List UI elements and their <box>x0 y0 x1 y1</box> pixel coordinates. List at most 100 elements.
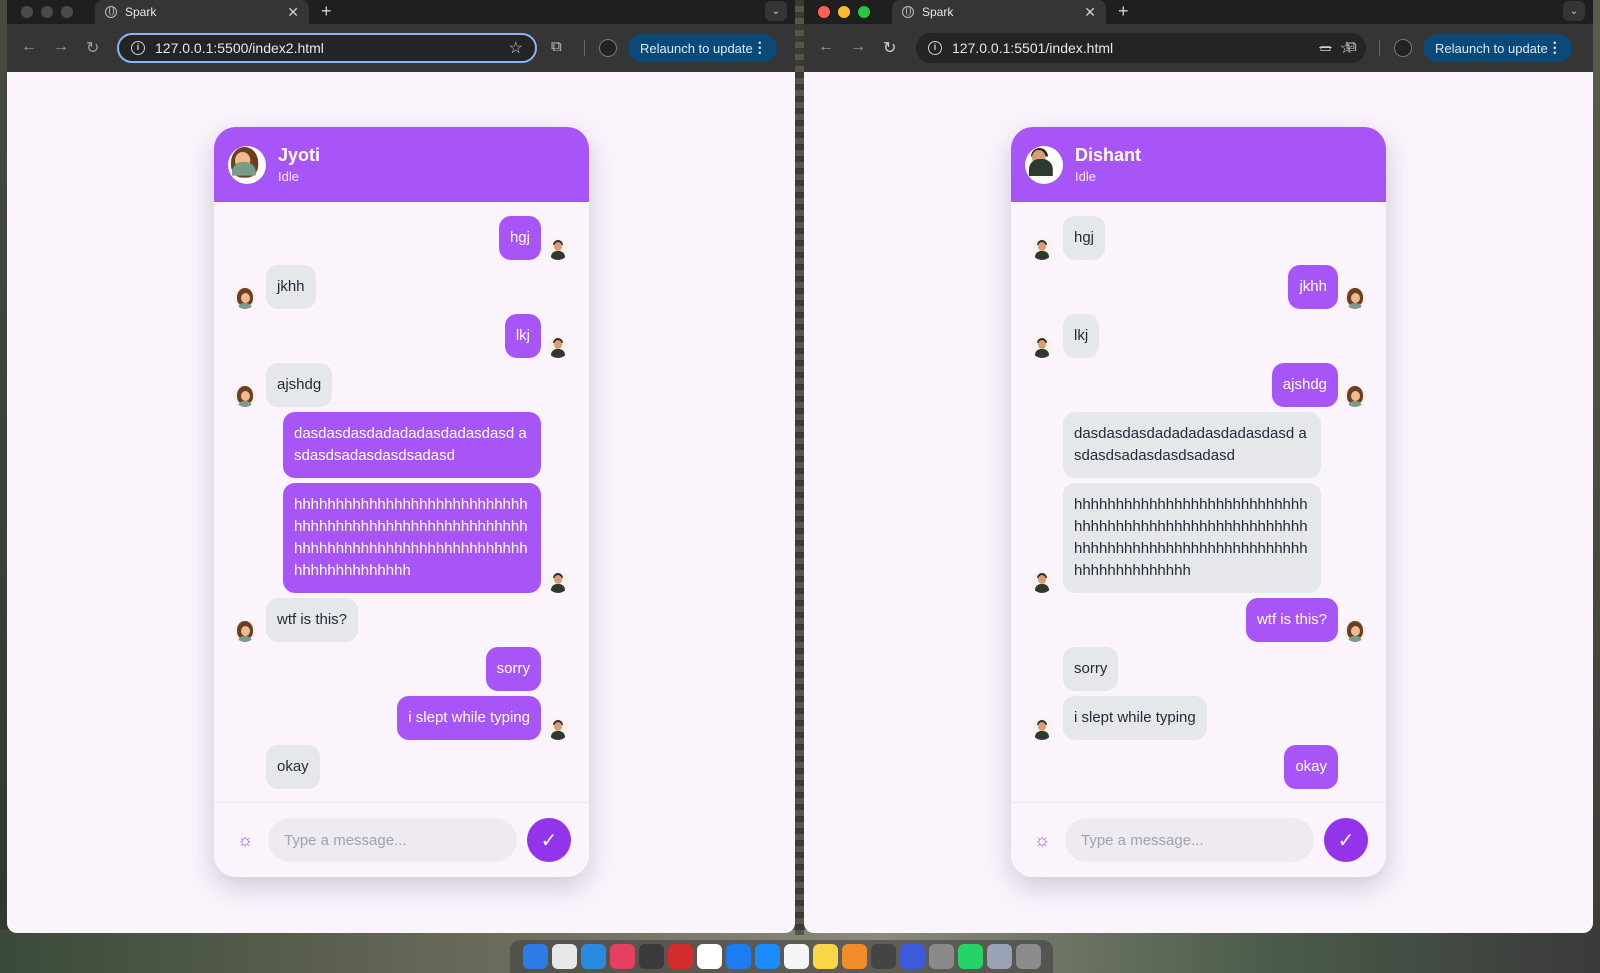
message-row: okay <box>1031 745 1366 789</box>
forward-button[interactable]: → <box>850 38 866 56</box>
globe-icon <box>902 6 914 18</box>
browser-window-right: Spark ✕ + ⌄ ← → ↻ i 127.0.0.1:5501/index… <box>804 0 1593 933</box>
address-bar[interactable]: i 127.0.0.1:5500/index2.html ☆ <box>117 33 537 63</box>
message-row: jkhh <box>1031 265 1366 309</box>
minimize-window-button[interactable] <box>41 6 53 18</box>
dock-app-icon[interactable] <box>754 944 780 969</box>
sender-avatar <box>1344 620 1366 642</box>
dock-app-icon[interactable] <box>841 944 867 969</box>
message-list[interactable]: hgj jkhh lkj ajshdg dasdasdasdadadadasdadasd… <box>214 202 589 792</box>
sender-avatar <box>1031 238 1053 260</box>
profile-avatar[interactable] <box>599 39 617 57</box>
message-input[interactable] <box>268 818 517 862</box>
reload-button[interactable]: ↻ <box>883 38 896 58</box>
dock-app-icon[interactable] <box>870 944 896 969</box>
chat-window: Dishant Idle hgj jkhh lkj ajshdg dasdasdasda… <box>1011 127 1386 877</box>
incoming-message-bubble: dasdasdasdadadadasdadasdasd asdasdsadasd… <box>1063 412 1321 478</box>
close-tab-icon[interactable]: ✕ <box>287 4 299 21</box>
close-window-button[interactable] <box>21 6 33 18</box>
sender-avatar <box>234 385 256 407</box>
dock-app-icon[interactable] <box>899 944 925 969</box>
dock-app-icon[interactable] <box>609 944 635 969</box>
tab-search-button[interactable]: ⌄ <box>765 1 787 21</box>
back-button[interactable]: ← <box>818 38 834 56</box>
back-button[interactable]: ← <box>21 38 37 56</box>
message-list[interactable]: hgj jkhh lkj ajshdg dasdasdasdadadadasdadasd… <box>1011 202 1386 792</box>
send-button[interactable]: ✓ <box>1324 818 1368 862</box>
bookmark-star-icon[interactable]: ☆ <box>509 38 523 58</box>
new-tab-button[interactable]: + <box>1118 1 1129 22</box>
forward-button[interactable]: → <box>53 38 69 56</box>
globe-icon <box>105 6 117 18</box>
dock-app-icon[interactable] <box>928 944 954 969</box>
dock-app-icon[interactable] <box>725 944 751 969</box>
dock-app-icon[interactable] <box>667 944 693 969</box>
dock-app-icon[interactable] <box>638 944 664 969</box>
extensions-icon[interactable]: ⧉ <box>1346 38 1357 55</box>
outgoing-message-bubble: ajshdg <box>1271 363 1338 407</box>
theme-toggle-icon[interactable]: ☼ <box>1029 827 1055 853</box>
incoming-message-bubble: hhhhhhhhhhhhhhhhhhhhhhhhhhhhhhhhhhhhhhhh… <box>1063 483 1321 593</box>
composer: ☼ ✓ <box>1011 802 1386 877</box>
message-row: hhhhhhhhhhhhhhhhhhhhhhhhhhhhhhhhhhhhhhhh… <box>234 483 569 593</box>
site-info-icon[interactable]: i <box>131 41 145 55</box>
message-row: hhhhhhhhhhhhhhhhhhhhhhhhhhhhhhhhhhhhhhhh… <box>1031 483 1366 593</box>
profile-avatar[interactable] <box>1394 39 1412 57</box>
incoming-message-bubble: okay <box>266 745 320 789</box>
address-bar[interactable]: i 127.0.0.1:5501/index.html ▭ ☆ <box>916 33 1366 63</box>
chat-header: Dishant Idle <box>1011 127 1386 202</box>
dock-app-icon[interactable] <box>957 944 983 969</box>
new-tab-button[interactable]: + <box>321 1 332 22</box>
dock-app-icon[interactable] <box>783 944 809 969</box>
sender-avatar <box>547 571 569 593</box>
close-tab-icon[interactable]: ✕ <box>1084 4 1096 21</box>
relaunch-label: Relaunch to update <box>640 40 753 56</box>
tab-title: Spark <box>922 5 954 19</box>
dock-app-icon[interactable] <box>551 944 577 969</box>
dock-app-icon[interactable] <box>696 944 722 969</box>
message-row: i slept while typing <box>234 696 569 740</box>
site-info-icon[interactable]: i <box>928 41 942 55</box>
dock-app-icon[interactable] <box>580 944 606 969</box>
outgoing-message-bubble: wtf is this? <box>1245 598 1338 642</box>
dock-app-icon[interactable] <box>1015 944 1041 969</box>
reload-button[interactable]: ↻ <box>86 38 99 58</box>
message-row: wtf is this? <box>1031 598 1366 642</box>
outgoing-message-bubble: okay <box>1284 745 1338 789</box>
message-row: ajshdg <box>234 363 569 407</box>
contact-name: Dishant <box>1075 145 1142 165</box>
outgoing-message-bubble: dasdasdasdadadadasdadasdasd asdasdsadasd… <box>283 412 541 478</box>
outgoing-message-bubble: lkj <box>504 314 541 358</box>
send-button[interactable]: ✓ <box>527 818 571 862</box>
camera-blocked-icon[interactable]: ▭ <box>1319 40 1331 56</box>
zoom-window-button[interactable] <box>858 6 870 18</box>
close-window-button[interactable] <box>818 6 830 18</box>
dock-app-icon[interactable] <box>522 944 548 969</box>
incoming-message-bubble: lkj <box>1063 314 1100 358</box>
dock-app-icon[interactable] <box>986 944 1012 969</box>
chat-window: Jyoti Idle hgj jkhh lkj ajshdg dasdasdasdada… <box>214 127 589 877</box>
chat-header: Jyoti Idle <box>214 127 589 202</box>
minimize-window-button[interactable] <box>838 6 850 18</box>
extensions-icon[interactable]: ⧉ <box>551 38 562 55</box>
contact-avatar <box>228 145 266 184</box>
contact-name: Jyoti <box>278 145 321 165</box>
message-row: wtf is this? <box>234 598 569 642</box>
theme-toggle-icon[interactable]: ☼ <box>232 827 258 853</box>
zoom-window-button[interactable] <box>61 6 73 18</box>
tab-bar: Spark ✕ + ⌄ <box>804 0 1593 24</box>
browser-tab[interactable]: Spark ✕ <box>892 0 1106 24</box>
composer: ☼ ✓ <box>214 802 589 877</box>
url-text: 127.0.0.1:5500/index2.html <box>155 40 324 56</box>
message-row: lkj <box>234 314 569 358</box>
sender-avatar <box>1031 718 1053 740</box>
relaunch-button[interactable]: Relaunch to update ⋮ <box>1423 34 1572 62</box>
sender-avatar <box>547 718 569 740</box>
tab-search-button[interactable]: ⌄ <box>1563 1 1585 21</box>
sender-avatar <box>547 336 569 358</box>
message-input[interactable] <box>1065 818 1314 862</box>
dock-app-icon[interactable] <box>812 944 838 969</box>
outgoing-message-bubble: jkhh <box>1288 265 1338 309</box>
browser-tab[interactable]: Spark ✕ <box>95 0 309 24</box>
relaunch-button[interactable]: Relaunch to update ⋮ <box>628 34 777 62</box>
